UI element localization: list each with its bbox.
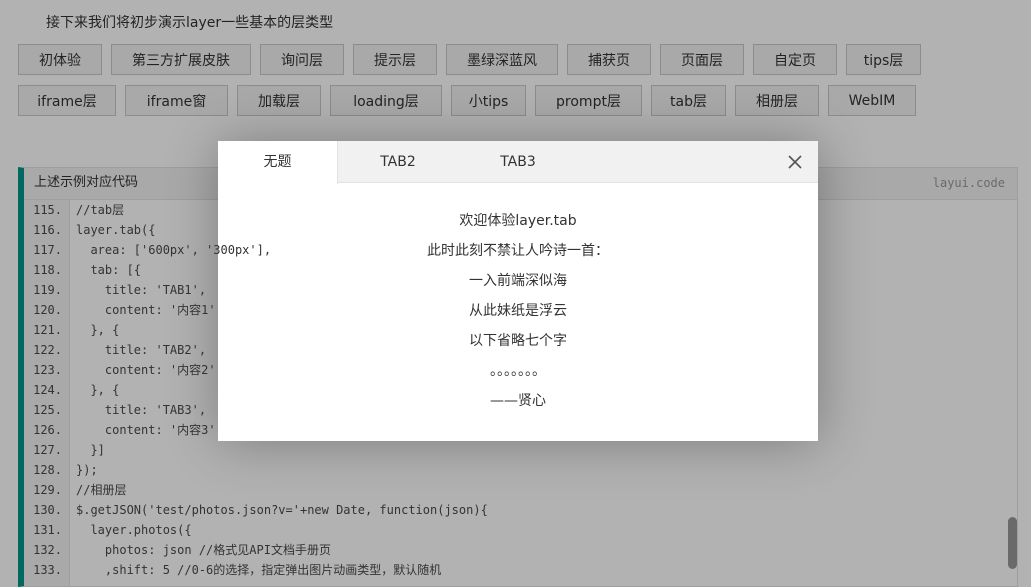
code-text: ,shift: 5 //0-6的选择，指定弹出图片动画类型，默认随机 — [76, 563, 442, 577]
code-text: title: 'TAB1', — [76, 283, 207, 297]
tab-1[interactable]: 无题 — [218, 141, 338, 184]
code-text: photos: json //格式见API文档手册页 — [76, 543, 331, 557]
close-icon[interactable] — [786, 153, 804, 171]
code-text: }, { — [76, 383, 120, 397]
code-text: area: ['600px', '300px'], — [76, 243, 272, 257]
line-number: 125. — [33, 403, 62, 417]
line-number: 117. — [33, 243, 62, 257]
code-text: tab: [{ — [76, 263, 142, 277]
code-text: layer.photos({ — [76, 523, 192, 537]
code-text: //tab层 — [76, 203, 125, 217]
dialog-line: 。。。。。。。 — [490, 363, 546, 379]
line-number: 121. — [33, 323, 62, 337]
code-text: title: 'TAB3', — [76, 403, 207, 417]
line-number: 120. — [33, 303, 62, 317]
dialog-line: 以下省略七个字 — [469, 333, 567, 349]
dialog-tab-bar: 无题 TAB2 TAB3 — [218, 141, 818, 184]
line-number: 128. — [33, 463, 62, 477]
dialog-line: 欢迎体验layer.tab — [459, 213, 577, 229]
dialog-line: ——贤心 — [490, 393, 546, 409]
line-number: 119. — [33, 283, 62, 297]
tab-dialog: 无题 TAB2 TAB3 欢迎体验layer.tab 此时此刻不禁让人吟诗一首：… — [218, 141, 818, 441]
code-text: content: '内容3' — [76, 423, 216, 437]
line-number: 131. — [33, 523, 62, 537]
code-text: content: '内容2' — [76, 363, 216, 377]
code-text: title: 'TAB2', — [76, 343, 207, 357]
tab-3[interactable]: TAB3 — [458, 141, 578, 183]
line-number: 116. — [33, 223, 62, 237]
line-number: 133. — [33, 563, 62, 577]
dialog-line: 此时此刻不禁让人吟诗一首： — [427, 243, 609, 259]
dialog-content: 欢迎体验layer.tab 此时此刻不禁让人吟诗一首： 一入前端深似海 从此妹纸… — [218, 183, 818, 421]
dialog-line: 从此妹纸是浮云 — [469, 303, 567, 319]
line-number: 122. — [33, 343, 62, 357]
code-text: //相册层 — [76, 483, 127, 497]
tab-2[interactable]: TAB2 — [338, 141, 458, 183]
dialog-line: 一入前端深似海 — [469, 273, 567, 289]
code-text: }, { — [76, 323, 120, 337]
line-number: 118. — [33, 263, 62, 277]
line-number: 126. — [33, 423, 62, 437]
line-number: 130. — [33, 503, 62, 517]
code-text: $.getJSON('test/photos.json?v='+new Date… — [76, 503, 488, 517]
line-number: 124. — [33, 383, 62, 397]
line-number: 115. — [33, 203, 62, 217]
line-number: 129. — [33, 483, 62, 497]
line-number: 123. — [33, 363, 62, 377]
code-text: layer.tab({ — [76, 223, 156, 237]
code-text: content: '内容1' — [76, 303, 216, 317]
line-number: 127. — [33, 443, 62, 457]
line-number: 132. — [33, 543, 62, 557]
code-text: }] — [76, 443, 105, 457]
code-text: }); — [76, 463, 98, 477]
